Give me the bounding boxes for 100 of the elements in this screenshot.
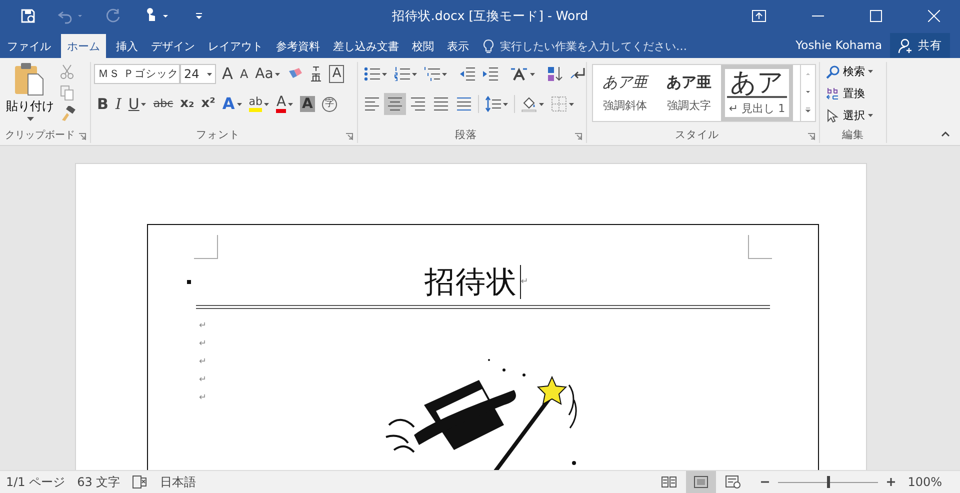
- paragraph-mark: ↵: [199, 392, 208, 405]
- replace-button[interactable]: 置換: [826, 84, 883, 103]
- ribbon-tab[interactable]: 参考資料: [270, 34, 326, 58]
- zoom-in-icon[interactable]: [886, 477, 896, 487]
- paint-bucket-icon: [521, 96, 537, 112]
- ribbon-tab[interactable]: ファイル: [1, 34, 57, 58]
- ribbon-tab[interactable]: レイアウト: [202, 34, 269, 58]
- strikethrough-button[interactable]: abc: [150, 93, 176, 115]
- shrink-font-button[interactable]: A: [236, 63, 252, 85]
- proofing-icon[interactable]: [132, 475, 148, 489]
- font-name-dropdown[interactable]: ＭＳ Ｐゴシック: [94, 64, 180, 84]
- font-color-button[interactable]: A: [273, 93, 296, 115]
- caret-icon: [539, 102, 544, 106]
- caret-icon: [569, 102, 574, 106]
- paragraph-mark: ↵: [199, 338, 208, 351]
- zoom-slider-thumb[interactable]: [826, 476, 830, 488]
- zoom-slider[interactable]: [778, 475, 878, 489]
- text-effects-button[interactable]: A: [219, 93, 245, 115]
- save-icon[interactable]: [20, 8, 36, 24]
- bold-button[interactable]: B: [94, 93, 112, 115]
- web-page-icon: [724, 475, 741, 489]
- customize-toolbar-icon[interactable]: [194, 11, 204, 21]
- caret-icon: [503, 102, 508, 106]
- ribbon-tab[interactable]: 差し込み文書: [327, 34, 405, 58]
- window-title: 招待状.docx [互換モード] - Word: [390, 8, 590, 24]
- group-label: フォント: [196, 128, 240, 142]
- user-name[interactable]: Yoshie Kohama: [796, 38, 890, 52]
- grow-font-button[interactable]: A: [219, 63, 236, 85]
- numbered-list-icon: [394, 67, 410, 81]
- style-preview: あア亜: [602, 73, 648, 92]
- group-label: 段落: [455, 128, 477, 142]
- increase-indent-icon: [482, 67, 498, 81]
- style-name: ↵ 見出し 1: [728, 101, 786, 116]
- line-spacing-icon: [485, 96, 501, 112]
- search-icon: [826, 64, 840, 78]
- change-case-button[interactable]: Aa: [252, 63, 284, 85]
- subscript-button[interactable]: x₂: [177, 93, 198, 115]
- dialog-launcher-icon[interactable]: [808, 133, 815, 140]
- alignment-icon: [387, 97, 403, 111]
- person-add-icon: [898, 38, 914, 54]
- paste-button[interactable]: 貼り付け: [6, 62, 54, 127]
- print-layout-button[interactable]: [686, 471, 716, 493]
- character-shading-button[interactable]: A: [297, 93, 318, 115]
- select-button[interactable]: 選択: [826, 106, 883, 125]
- style-item[interactable]: あア ↵ 見出し 1: [721, 65, 793, 121]
- style-name: 強調斜体: [603, 98, 647, 113]
- font-size-dropdown[interactable]: 24: [180, 64, 216, 84]
- dialog-launcher-icon[interactable]: [346, 133, 353, 140]
- redo-icon[interactable]: [106, 8, 122, 24]
- clipboard-icon: [14, 62, 46, 96]
- paragraph-mark: ↵: [520, 276, 528, 289]
- decrease-indent-icon: [459, 67, 475, 81]
- paragraph-mark: ↵: [199, 356, 208, 369]
- highlight-button[interactable]: ab: [246, 93, 272, 115]
- ribbon-tab[interactable]: 校閲: [406, 34, 440, 58]
- find-button[interactable]: 検索: [826, 62, 883, 81]
- ribbon-tab[interactable]: 表示: [441, 34, 475, 58]
- page-icon: [694, 476, 708, 488]
- underline-button[interactable]: U: [125, 93, 150, 115]
- style-name: 強調太字: [667, 98, 711, 113]
- document-heading: 招待状: [424, 264, 518, 302]
- tell-me-field[interactable]: 実行したい作業を入力してください…: [483, 34, 707, 58]
- ribbon-tab[interactable]: デザイン: [145, 34, 201, 58]
- caret-icon: [207, 72, 212, 76]
- caret-icon: [26, 117, 34, 121]
- zoom-level[interactable]: 100%: [908, 475, 960, 489]
- border-grid-icon: [551, 96, 567, 112]
- phonetic-guide-icon: [310, 66, 322, 82]
- eraser-icon: [287, 67, 304, 81]
- ribbon-tab[interactable]: 挿入: [110, 34, 144, 58]
- caret-icon: [530, 72, 535, 76]
- close-icon[interactable]: [928, 10, 940, 22]
- alignment-icon: [456, 97, 472, 111]
- paragraph-format-mark: [187, 280, 191, 284]
- group-label: クリップボード: [5, 128, 75, 142]
- ribbon-tab[interactable]: ホーム: [61, 34, 106, 58]
- language-indicator[interactable]: 日本語: [160, 474, 196, 490]
- word-count[interactable]: 63 文字: [77, 474, 120, 490]
- ribbon-display-options-icon[interactable]: [752, 10, 766, 22]
- format-painter-icon[interactable]: [60, 106, 76, 122]
- page-count[interactable]: 1/1 ページ: [6, 474, 66, 490]
- dialog-launcher-icon[interactable]: [575, 133, 582, 140]
- enclose-character-button[interactable]: 字: [318, 93, 340, 115]
- maximize-icon[interactable]: [870, 10, 882, 22]
- paragraph-mark: ↵: [199, 320, 208, 333]
- group-label: 編集: [842, 128, 864, 142]
- superscript-button[interactable]: x²: [198, 93, 218, 115]
- collapse-ribbon-icon[interactable]: [941, 131, 950, 137]
- dialog-launcher-icon[interactable]: [79, 133, 86, 140]
- cursor-icon: [826, 108, 840, 122]
- crop-mark-icon: [748, 235, 772, 259]
- bullet-list-icon: [364, 67, 380, 81]
- italic-button[interactable]: I: [112, 93, 124, 115]
- lightbulb-icon: [483, 38, 494, 54]
- replace-icon: [826, 86, 840, 100]
- sort-icon: [547, 66, 563, 82]
- multilevel-list-icon: [424, 67, 440, 81]
- share-button[interactable]: 共有: [890, 33, 950, 58]
- caret-icon: [382, 72, 387, 76]
- align-center-button[interactable]: [384, 93, 406, 115]
